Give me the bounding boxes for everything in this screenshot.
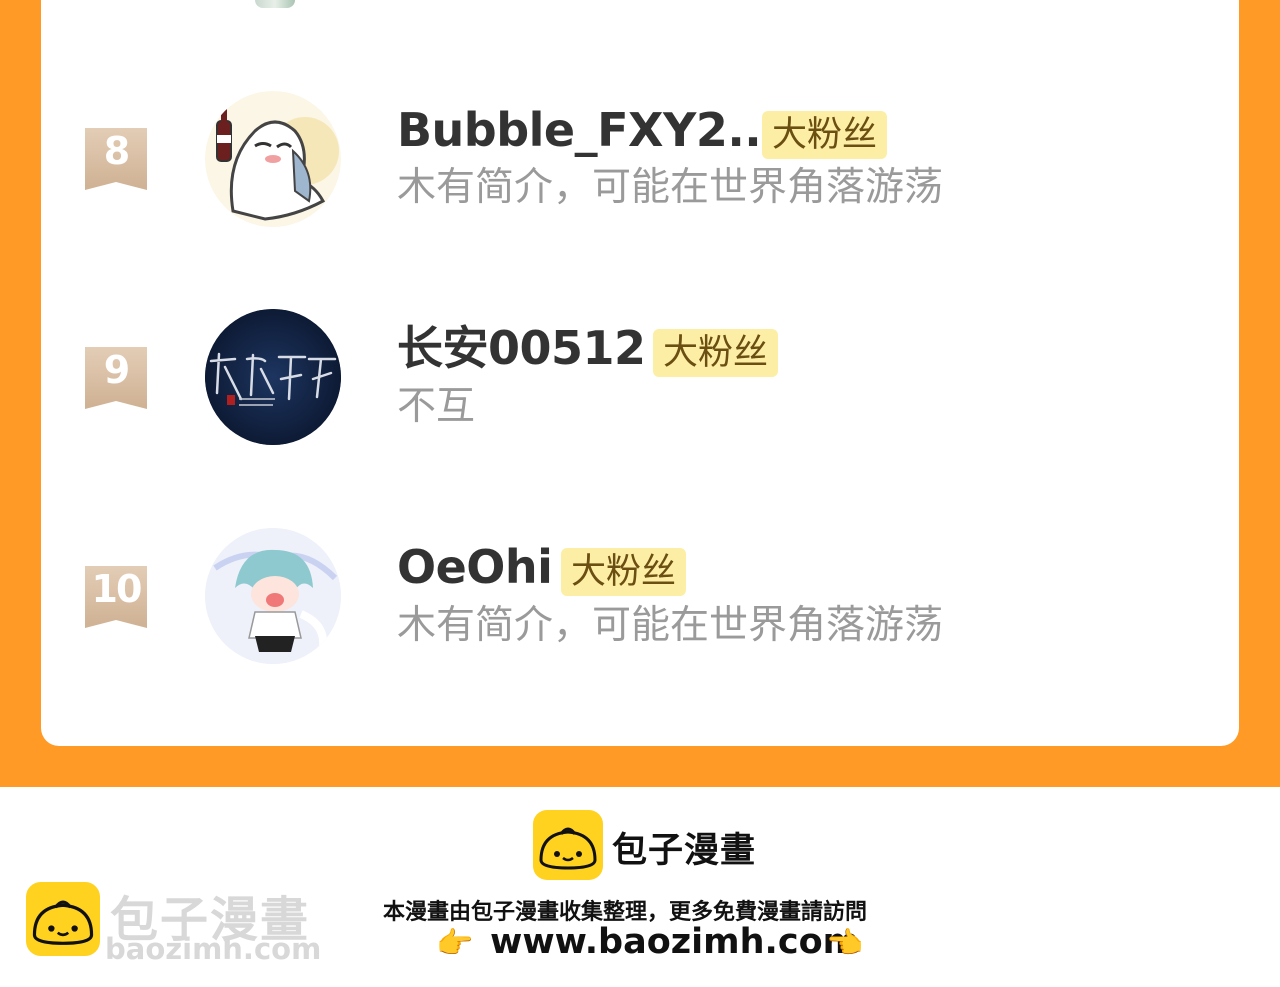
- rank-ribbon: 8: [85, 128, 147, 190]
- baozi-logo-icon: [533, 810, 603, 884]
- watermark-url: baozimh.com: [105, 932, 322, 966]
- pointing-right-icon: 👉: [436, 926, 474, 961]
- footer-url-link[interactable]: www.baozimh.com: [490, 922, 859, 962]
- avatar-cropped: [255, 0, 295, 8]
- user-bio: 木有简介，可能在世界角落游荡: [397, 165, 944, 210]
- user-name[interactable]: OeOhi: [397, 539, 553, 595]
- user-name[interactable]: 长安00512: [397, 320, 646, 376]
- user-bio: 木有简介，可能在世界角落游荡: [397, 603, 944, 648]
- rank-ribbon: 9: [85, 347, 147, 409]
- rank-number: 9: [103, 348, 130, 392]
- fan-level-badge: 大粉丝: [561, 548, 687, 596]
- watermark-logo-icon: [26, 882, 100, 960]
- rank-ribbon: 10: [85, 566, 147, 628]
- rank-number: 10: [91, 567, 143, 611]
- fan-level-badge: 大粉丝: [762, 111, 888, 159]
- user-name[interactable]: Bubble_FXY2...: [397, 102, 779, 158]
- avatar-shark[interactable]: [205, 91, 341, 227]
- user-bio: 不互: [397, 384, 476, 429]
- avatar-calligraphy[interactable]: [205, 309, 341, 445]
- fan-level-badge: 大粉丝: [653, 329, 779, 377]
- footer-brand: 包子漫畫: [612, 831, 757, 871]
- avatar-chibi[interactable]: [205, 528, 341, 664]
- pointing-left-icon: 👈: [826, 926, 864, 961]
- rank-number: 8: [103, 129, 130, 173]
